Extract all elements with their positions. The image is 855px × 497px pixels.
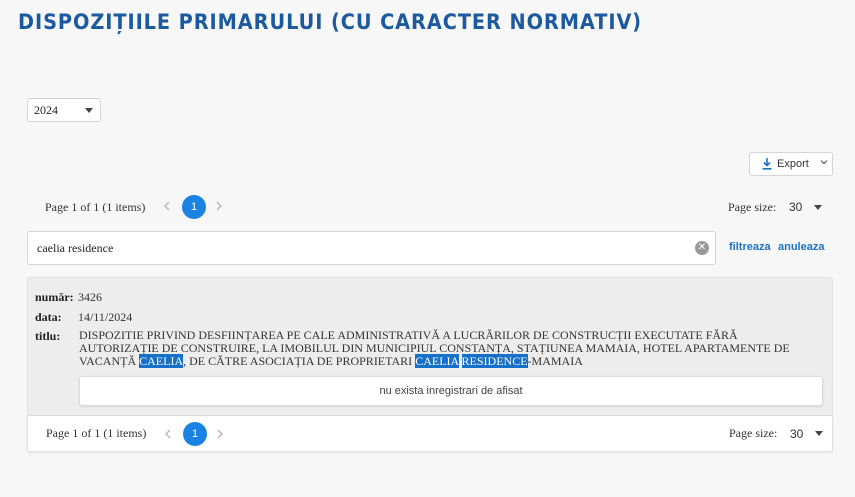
chevron-left-icon[interactable] <box>163 201 171 211</box>
page-size-label: Page size: <box>728 199 777 214</box>
data-label: data: <box>35 310 62 324</box>
numar-row: număr: 3426 <box>35 290 102 305</box>
year-select[interactable]: 2024 <box>27 98 101 122</box>
search-input[interactable]: caelia residence ✕ <box>27 231 716 265</box>
chevron-right-icon[interactable] <box>216 429 224 439</box>
search-highlight: CAELIA <box>415 354 459 368</box>
titlu-value: DISPOZITIE PRIVIND DESFIINȚAREA PE CALE … <box>79 328 790 368</box>
year-select-value: 2024 <box>34 102 58 117</box>
result-card: număr: 3426 data: 14/11/2024 titlu: DISP… <box>27 277 833 416</box>
export-label: Export <box>777 158 809 170</box>
numar-label: număr: <box>35 290 74 304</box>
pager-info: Page 1 of 1 (1 items) <box>45 199 146 214</box>
pager-bottom: Page 1 of 1 (1 items) 1 Page size: 30 <box>27 416 833 452</box>
search-highlight: RESIDENCE <box>461 354 528 368</box>
caret-down-icon[interactable] <box>815 431 823 436</box>
page-size-label: Page size: <box>729 426 778 440</box>
download-icon <box>762 158 772 170</box>
chevron-right-icon[interactable] <box>215 201 223 211</box>
search-highlight: CAELIA <box>139 354 184 368</box>
caret-down-icon[interactable] <box>814 204 822 210</box>
pager-info: Page 1 of 1 (1 items) <box>46 426 147 440</box>
data-row: data: 14/11/2024 <box>35 310 132 325</box>
pager-top: Page 1 of 1 (1 items) 1 Page size: 30 <box>27 190 833 224</box>
page-size-select[interactable]: 30 <box>790 427 803 441</box>
clear-icon[interactable]: ✕ <box>695 241 709 255</box>
page-button[interactable]: 1 <box>182 195 206 219</box>
data-value: 14/11/2024 <box>78 310 133 324</box>
page-title: DISPOZIȚIILE PRIMARULUI (CU CARACTER NOR… <box>18 10 643 34</box>
numar-value: 3426 <box>78 290 102 304</box>
export-button[interactable]: Export <box>749 152 833 176</box>
titlu-label: titlu: <box>35 329 61 343</box>
chevron-down-icon <box>820 160 828 165</box>
page-size-select[interactable]: 30 <box>789 200 802 214</box>
chevron-left-icon[interactable] <box>164 429 172 439</box>
search-value: caelia residence <box>37 240 114 255</box>
caret-down-icon <box>85 108 93 113</box>
cancel-link[interactable]: anuleaza <box>778 241 824 253</box>
filter-link[interactable]: filtreaza <box>729 241 771 253</box>
no-records-message: nu exista inregistrari de afisat <box>79 376 823 406</box>
page-button[interactable]: 1 <box>183 421 207 446</box>
titlu-row: titlu: <box>35 329 78 344</box>
